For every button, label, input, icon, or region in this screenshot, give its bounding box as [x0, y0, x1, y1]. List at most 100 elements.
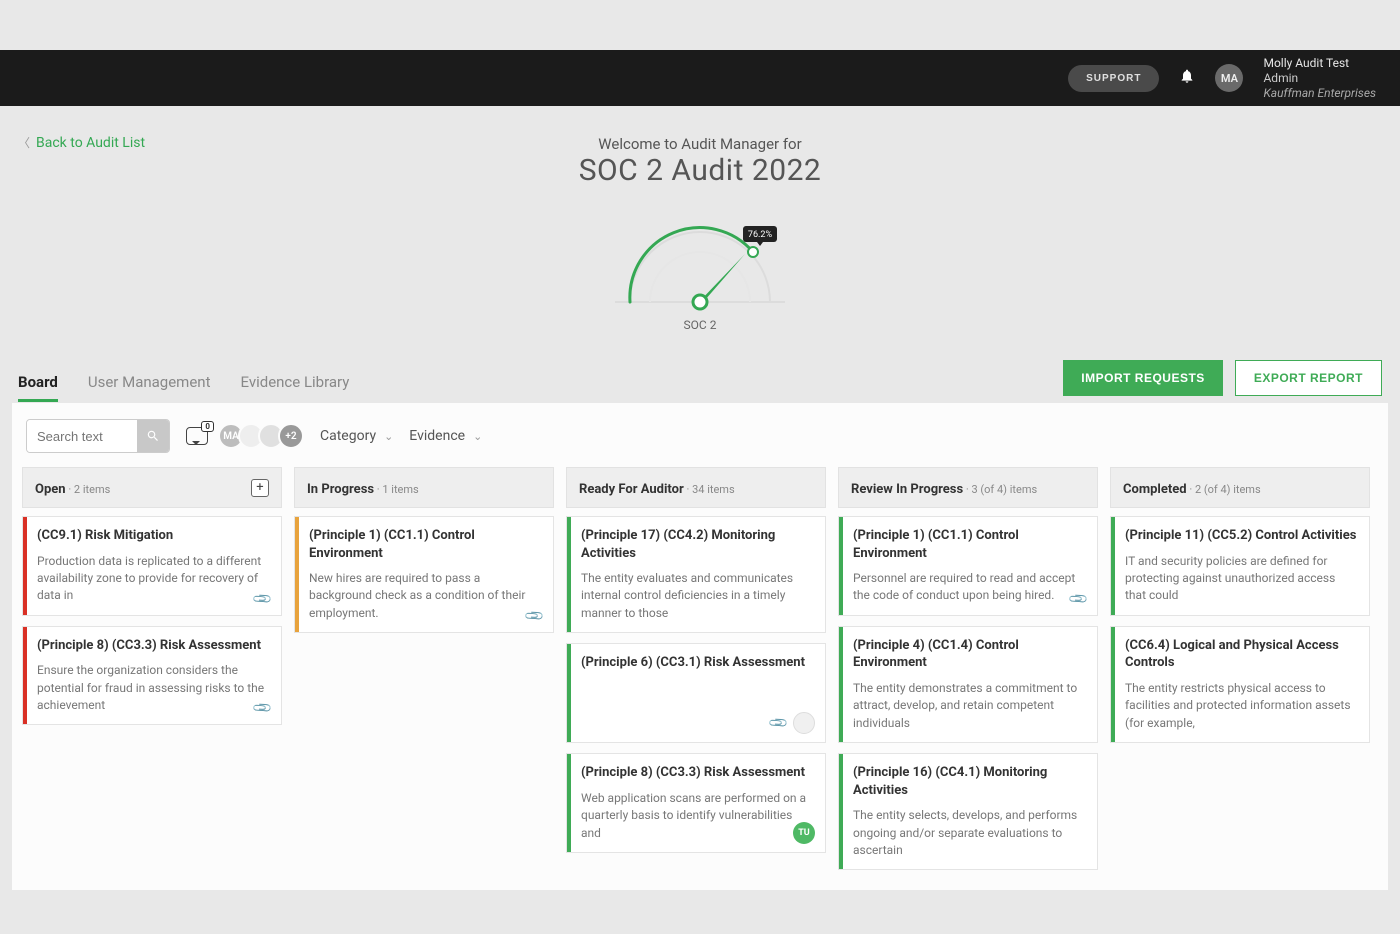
filter-category-label: Category — [320, 428, 376, 444]
column-header: Review In Progress · 3 (of 4) items — [838, 467, 1098, 508]
card-title: (Principle 8) (CC3.3) Risk Assessment — [37, 637, 269, 655]
card-stripe — [839, 517, 843, 615]
assignee-avatars[interactable]: MA +2 — [224, 423, 304, 449]
tab-user-management[interactable]: User Management — [88, 373, 211, 402]
support-button[interactable]: SUPPORT — [1068, 65, 1159, 92]
search-icon — [146, 429, 160, 443]
column-title: Review In Progress — [851, 482, 963, 497]
attachment-icon: 📎 — [1068, 588, 1090, 610]
column-count: · 2 items — [66, 483, 111, 496]
attachment-icon: 📎 — [524, 606, 546, 628]
column-title: In Progress — [307, 482, 374, 497]
card-title: (Principle 6) (CC3.1) Risk Assessment — [581, 654, 813, 672]
kanban-card[interactable]: (Principle 16) (CC4.1) Monitoring Activi… — [838, 753, 1098, 870]
card-stripe — [1111, 517, 1115, 615]
filter-evidence[interactable]: Evidence ⌄ — [409, 428, 482, 444]
tab-evidence-library[interactable]: Evidence Library — [240, 373, 349, 402]
column-header: Open · 2 items + — [22, 467, 282, 508]
card-description: Web application scans are performed on a… — [581, 790, 813, 842]
column-title: Completed — [1123, 482, 1187, 497]
kanban-card[interactable]: (Principle 8) (CC3.3) Risk Assessment Web… — [566, 753, 826, 853]
attachment-icon: 📎 — [768, 712, 790, 734]
kanban-card[interactable]: (Principle 6) (CC3.1) Risk Assessment 📎 — [566, 643, 826, 743]
card-stripe — [295, 517, 299, 632]
assignee-avatar — [793, 712, 815, 734]
gauge-label: SOC 2 — [684, 318, 717, 332]
attachment-icon: 📎 — [252, 698, 274, 720]
tabs: Board User Management Evidence Library — [18, 373, 349, 402]
card-description: Personnel are required to read and accep… — [853, 570, 1085, 605]
welcome-subtitle: Welcome to Audit Manager for — [18, 135, 1382, 153]
card-stripe — [567, 754, 571, 852]
card-stripe — [1111, 627, 1115, 742]
card-description: The entity selects, develops, and perfor… — [853, 807, 1085, 859]
search-input[interactable] — [27, 420, 137, 452]
card-description: The entity demonstrates a commitment to … — [853, 680, 1085, 732]
card-title: (Principle 17) (CC4.2) Monitoring Activi… — [581, 527, 813, 562]
kanban-card[interactable]: (Principle 11) (CC5.2) Control Activitie… — [1110, 516, 1370, 616]
card-stripe — [839, 754, 843, 869]
card-stripe — [567, 644, 571, 742]
filter-evidence-label: Evidence — [409, 428, 465, 444]
kanban-card[interactable]: (CC6.4) Logical and Physical Access Cont… — [1110, 626, 1370, 743]
column-count: · 34 items — [684, 483, 735, 496]
topbar: SUPPORT MA Molly Audit Test Admin Kauffm… — [0, 50, 1400, 106]
comments-button[interactable]: 0 — [186, 427, 208, 445]
kanban-card[interactable]: (Principle 8) (CC3.3) Risk AssessmentEns… — [22, 626, 282, 726]
card-stripe — [839, 627, 843, 742]
chevron-left-icon: 〈 — [18, 134, 30, 151]
column-header: In Progress · 1 items — [294, 467, 554, 508]
comment-count: 0 — [201, 421, 214, 432]
card-description: Production data is replicated to a diffe… — [37, 553, 269, 605]
user-name: Molly Audit Test — [1263, 56, 1376, 71]
kanban-card[interactable]: (Principle 17) (CC4.2) Monitoring Activi… — [566, 516, 826, 633]
column-count: · 3 (of 4) items — [963, 483, 1037, 496]
avatar-more[interactable]: +2 — [278, 423, 304, 449]
chevron-down-icon: ⌄ — [384, 430, 393, 443]
card-stripe — [23, 627, 27, 725]
kanban-column: Completed · 2 (of 4) items (Principle 11)… — [1110, 467, 1370, 743]
card-title: (CC9.1) Risk Mitigation — [37, 527, 269, 545]
column-header: Ready For Auditor · 34 items — [566, 467, 826, 508]
gauge-percent: 76.2% — [748, 230, 773, 240]
user-info: Molly Audit Test Admin Kauffman Enterpri… — [1263, 56, 1376, 101]
notifications-icon[interactable] — [1179, 68, 1195, 88]
attachment-icon: 📎 — [252, 588, 274, 610]
kanban-column: Review In Progress · 3 (of 4) items (Prin… — [838, 467, 1098, 870]
column-count: · 2 (of 4) items — [1187, 483, 1261, 496]
add-card-button[interactable]: + — [251, 479, 269, 497]
gauge: 76.2% SOC 2 — [18, 202, 1382, 332]
column-title: Open — [35, 482, 66, 497]
tab-board[interactable]: Board — [18, 373, 58, 402]
search-button[interactable] — [137, 420, 169, 452]
card-title: (Principle 16) (CC4.1) Monitoring Activi… — [853, 764, 1085, 799]
card-description: The entity evaluates and communicates in… — [581, 570, 813, 622]
export-report-button[interactable]: EXPORT REPORT — [1235, 360, 1382, 396]
audit-title: SOC 2 Audit 2022 — [18, 153, 1382, 188]
user-org: Kauffman Enterprises — [1263, 86, 1376, 101]
kanban-card[interactable]: (Principle 1) (CC1.1) Control Environmen… — [838, 516, 1098, 616]
kanban-column: Open · 2 items + (CC9.1) Risk Mitigation Pr… — [22, 467, 282, 725]
kanban-card[interactable]: (Principle 4) (CC1.4) Control Environmen… — [838, 626, 1098, 743]
card-stripe — [23, 517, 27, 615]
filter-category[interactable]: Category ⌄ — [320, 428, 393, 444]
search-box — [26, 419, 170, 453]
kanban-columns: Open · 2 items + (CC9.1) Risk Mitigation Pr… — [18, 467, 1382, 870]
card-stripe — [567, 517, 571, 632]
kanban-card[interactable]: (Principle 1) (CC1.1) Control Environmen… — [294, 516, 554, 633]
card-title: (Principle 4) (CC1.4) Control Environmen… — [853, 637, 1085, 672]
kanban-column: Ready For Auditor · 34 items (Principle 1… — [566, 467, 826, 853]
user-avatar[interactable]: MA — [1215, 64, 1243, 92]
card-title: (Principle 1) (CC1.1) Control Environmen… — [853, 527, 1085, 562]
import-requests-button[interactable]: IMPORT REQUESTS — [1063, 360, 1223, 396]
chevron-down-icon: ⌄ — [473, 430, 482, 443]
card-description: New hires are required to pass a backgro… — [309, 570, 541, 622]
card-title: (Principle 8) (CC3.3) Risk Assessment — [581, 764, 813, 782]
card-title: (Principle 1) (CC1.1) Control Environmen… — [309, 527, 541, 562]
column-count: · 1 items — [374, 483, 419, 496]
kanban-card[interactable]: (CC9.1) Risk Mitigation Production data i… — [22, 516, 282, 616]
assignee-avatar: TU — [793, 822, 815, 844]
card-title: (Principle 11) (CC5.2) Control Activitie… — [1125, 527, 1357, 545]
column-header: Completed · 2 (of 4) items — [1110, 467, 1370, 508]
card-description: The entity restricts physical access to … — [1125, 680, 1357, 732]
